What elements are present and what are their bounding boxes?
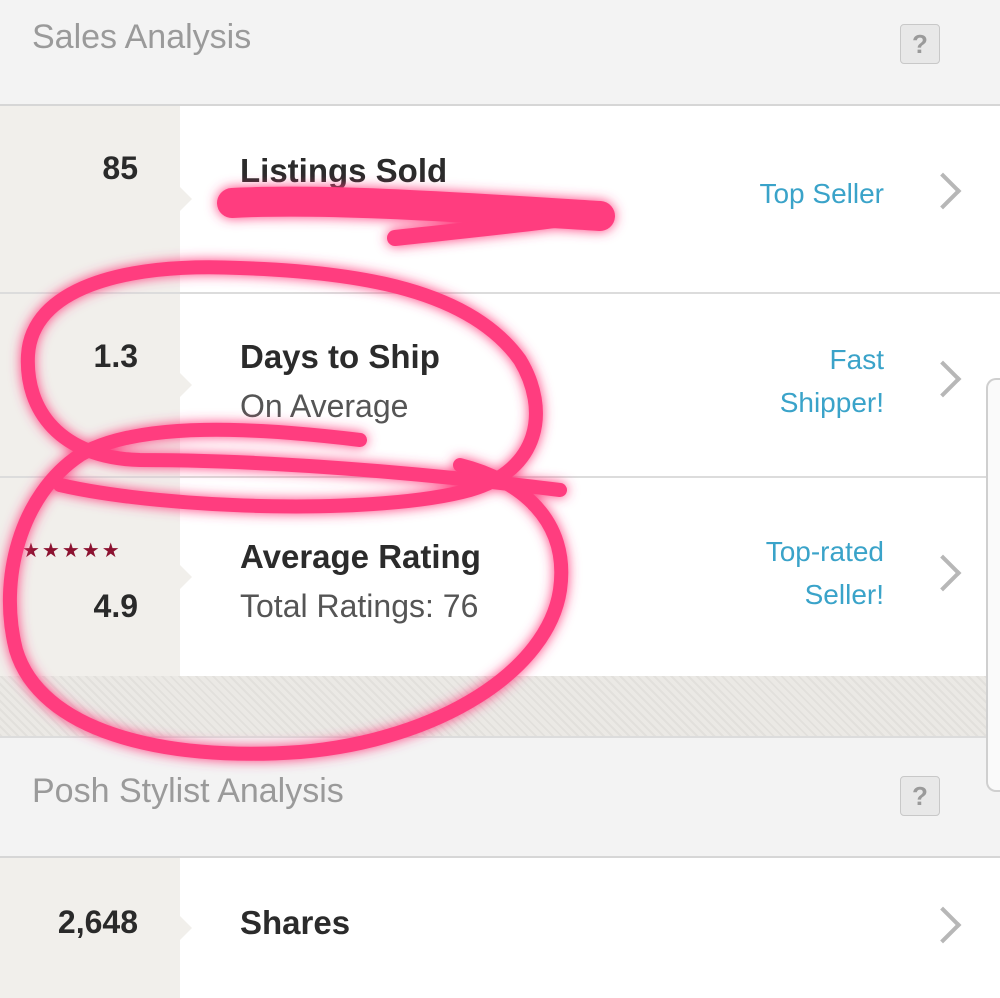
- chevron-right-icon[interactable]: [924, 906, 962, 944]
- sales-analysis-header: Sales Analysis ?: [0, 0, 1000, 106]
- star-icon: ★★★★★: [22, 540, 122, 562]
- fast-shipper-badge[interactable]: Fast Shipper!: [780, 338, 884, 424]
- posh-stylist-header: Posh Stylist Analysis ?: [0, 738, 1000, 858]
- top-rated-seller-badge[interactable]: Top-rated Seller!: [766, 530, 884, 616]
- listings-sold-title: Listings Sold: [240, 152, 448, 189]
- average-rating-row[interactable]: ★★★★★ 4.9 Average Rating Total Ratings: …: [0, 478, 1000, 678]
- sales-analysis-page: Sales Analysis ? 85 Listings Sold Top Se…: [0, 0, 1000, 998]
- section-divider: [0, 676, 1000, 738]
- average-rating-value: 4.9: [93, 588, 138, 624]
- metric-column: 1.3: [0, 294, 192, 476]
- metric-column: 85: [0, 106, 192, 292]
- days-to-ship-row[interactable]: 1.3 Days to Ship On Average Fast Shipper…: [0, 294, 1000, 478]
- total-ratings-subtitle: Total Ratings: 76: [240, 588, 479, 624]
- listings-sold-count: 85: [102, 150, 138, 186]
- help-icon[interactable]: ?: [900, 24, 940, 64]
- badge-line: Top-rated: [765, 536, 884, 567]
- days-to-ship-subtitle: On Average: [240, 388, 409, 424]
- top-seller-badge[interactable]: Top Seller: [759, 172, 884, 215]
- shares-title: Shares: [240, 904, 351, 941]
- badge-line: Top Seller: [759, 178, 884, 209]
- badge-line: Shipper!: [779, 387, 884, 418]
- days-to-ship-value: 1.3: [93, 338, 138, 374]
- metric-column: ★★★★★ 4.9: [0, 478, 192, 676]
- days-to-ship-title: Days to Ship: [240, 338, 440, 375]
- shares-count: 2,648: [57, 904, 138, 940]
- metric-column: 2,648: [0, 858, 192, 998]
- chevron-right-icon[interactable]: [924, 360, 962, 398]
- shares-row[interactable]: 2,648 Shares: [0, 858, 1000, 998]
- scrollbar[interactable]: [986, 378, 1000, 792]
- average-rating-title: Average Rating: [240, 538, 481, 575]
- chevron-right-icon[interactable]: [924, 172, 962, 210]
- help-icon[interactable]: ?: [900, 776, 940, 816]
- badge-line: Seller!: [804, 579, 884, 610]
- listings-sold-row[interactable]: 85 Listings Sold Top Seller: [0, 106, 1000, 294]
- section-title: Sales Analysis: [32, 18, 252, 56]
- badge-line: Fast: [829, 344, 884, 375]
- chevron-right-icon[interactable]: [924, 554, 962, 592]
- section-title: Posh Stylist Analysis: [32, 772, 344, 810]
